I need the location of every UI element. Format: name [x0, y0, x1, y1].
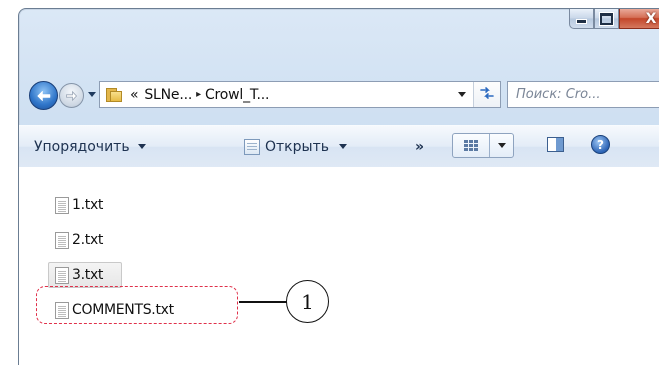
forward-arrow-icon — [65, 90, 78, 102]
file-name: 1.txt — [72, 197, 104, 213]
back-button[interactable] — [29, 81, 58, 110]
organize-label: Упорядочить — [34, 138, 130, 155]
chevron-down-icon — [497, 143, 506, 148]
close-icon: X — [645, 10, 657, 27]
help-icon[interactable]: ? — [591, 135, 610, 154]
file-item[interactable]: 2.txt — [55, 228, 103, 252]
file-name: 3.txt — [72, 267, 104, 283]
recent-pages-chevron-icon[interactable] — [88, 92, 96, 97]
text-file-icon — [55, 196, 69, 214]
folder-icon — [106, 87, 122, 102]
file-item-selected[interactable]: 3.txt — [48, 262, 123, 288]
caption-buttons: X — [569, 9, 659, 32]
more-commands-button[interactable]: » — [415, 139, 424, 155]
text-file-icon — [55, 266, 69, 284]
callout-highlight — [36, 286, 238, 324]
preview-pane-icon[interactable] — [547, 137, 564, 152]
command-bar: Упорядочить Открыть » ? — [19, 125, 659, 168]
refresh-icon — [479, 85, 495, 104]
notepad-icon — [244, 138, 260, 155]
breadcrumb-item-slne[interactable]: SLNe... — [144, 87, 192, 103]
file-name: 2.txt — [72, 232, 104, 248]
breadcrumb: « SLNe... ▸ Crowl_T... — [130, 87, 270, 103]
navigation-bar: « SLNe... ▸ Crowl_T... Поиск: Cro... — [19, 73, 659, 110]
open-label: Открыть — [265, 138, 329, 155]
open-button[interactable]: Открыть — [244, 138, 347, 155]
text-file-icon — [55, 231, 69, 249]
close-button[interactable]: X — [619, 9, 659, 29]
views-icon — [453, 134, 490, 157]
address-bar[interactable]: « SLNe... ▸ Crowl_T... — [99, 81, 501, 108]
maximize-button[interactable] — [594, 9, 619, 29]
back-arrow-icon — [36, 89, 52, 103]
callout-number: 1 — [286, 280, 329, 323]
chevron-down-icon — [338, 144, 347, 149]
breadcrumb-overflow[interactable]: « — [130, 87, 139, 103]
breadcrumb-separator-icon[interactable]: ▸ — [196, 89, 201, 100]
organize-button[interactable]: Упорядочить — [34, 139, 146, 155]
chevron-down-icon — [137, 144, 146, 149]
views-dropdown-button[interactable] — [490, 134, 513, 157]
breadcrumb-item-crowl[interactable]: Crowl_T... — [205, 87, 270, 103]
chevron-down-icon — [458, 92, 466, 97]
refresh-button[interactable] — [473, 82, 500, 107]
maximize-icon — [600, 12, 613, 25]
minimize-button[interactable] — [569, 9, 594, 29]
address-dropdown-button[interactable] — [451, 82, 473, 107]
file-list: 1.txt 2.txt 3.txt COMMENTS.txt — [19, 167, 659, 365]
forward-button[interactable] — [59, 83, 84, 108]
minimize-icon — [576, 19, 587, 24]
callout-leader-line — [239, 301, 287, 303]
change-view-button[interactable] — [452, 133, 514, 158]
file-item[interactable]: 1.txt — [55, 193, 103, 217]
search-input[interactable]: Поиск: Cro... — [507, 81, 659, 108]
